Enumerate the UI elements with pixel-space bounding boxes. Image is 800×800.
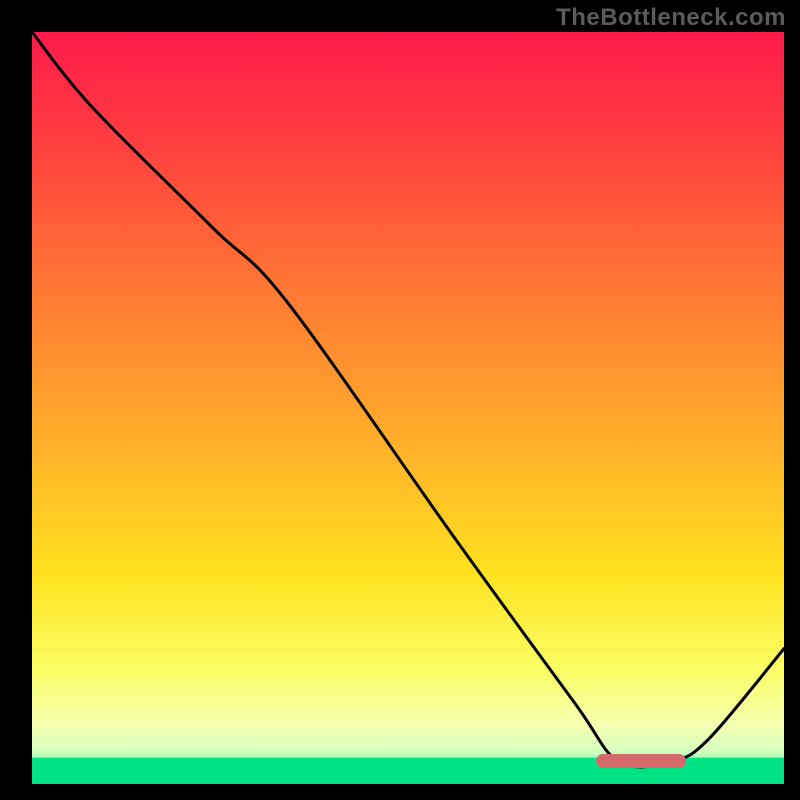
- plot-area: [32, 32, 784, 784]
- optimal-range-marker: [596, 754, 686, 768]
- chart-frame: TheBottleneck.com: [0, 0, 800, 800]
- bottleneck-curve: [32, 32, 784, 784]
- watermark-text: TheBottleneck.com: [556, 4, 786, 32]
